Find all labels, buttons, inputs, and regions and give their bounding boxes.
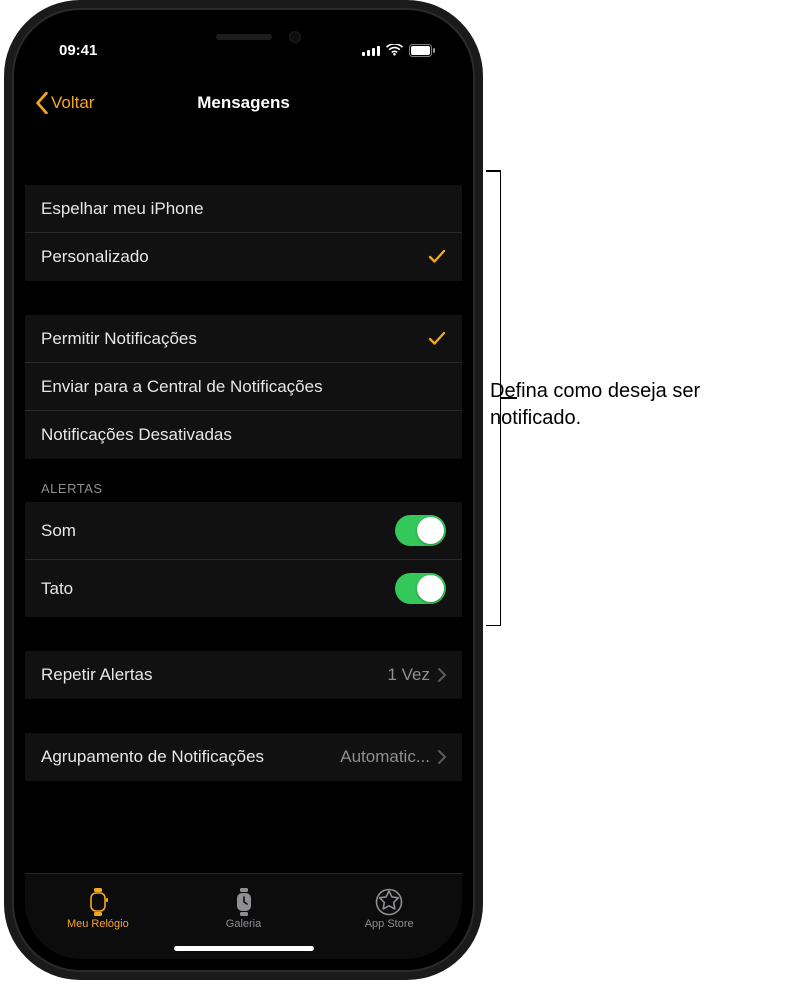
back-button[interactable]: Voltar (35, 81, 94, 125)
allow-notifications-row[interactable]: Permitir Notificações (25, 315, 462, 363)
tab-app-store[interactable]: App Store (316, 874, 462, 943)
tab-my-watch[interactable]: Meu Relógio (25, 874, 171, 943)
notification-grouping-row[interactable]: Agrupamento de Notificações Automatic... (25, 733, 462, 781)
nav-bar: Voltar Mensagens (25, 81, 462, 125)
allow-notifications-label: Permitir Notificações (41, 329, 197, 349)
status-time: 09:41 (59, 42, 97, 59)
page-title: Mensagens (197, 93, 290, 113)
battery-icon (409, 44, 436, 57)
haptic-toggle[interactable] (395, 573, 446, 604)
chevron-right-icon (438, 668, 446, 682)
app-store-icon (375, 888, 403, 916)
callout-text: Defina como deseja ser notificado. (490, 378, 770, 432)
back-label: Voltar (51, 93, 94, 113)
tab-app-store-label: App Store (365, 918, 414, 930)
send-to-notification-center-row[interactable]: Enviar para a Central de Notificações (25, 363, 462, 411)
alerts-section-header: Alertas (25, 459, 462, 502)
wifi-icon (386, 44, 403, 56)
custom-row[interactable]: Personalizado (25, 233, 462, 281)
notch (139, 21, 349, 53)
watch-face-icon (231, 888, 257, 916)
checkmark-icon (428, 248, 446, 266)
home-indicator[interactable] (174, 946, 314, 951)
notifications-off-row[interactable]: Notificações Desativadas (25, 411, 462, 459)
sound-label: Som (41, 521, 76, 541)
settings-content[interactable]: Espelhar meu iPhone Personalizado Permit… (25, 133, 462, 873)
watch-icon (85, 888, 111, 916)
chevron-left-icon (35, 92, 49, 114)
tab-gallery-label: Galeria (226, 918, 261, 930)
custom-label: Personalizado (41, 247, 149, 267)
tab-bar: Meu Relógio Galeria App Store (25, 873, 462, 959)
notification-grouping-value: Automatic... (340, 747, 430, 767)
mirror-iphone-row[interactable]: Espelhar meu iPhone (25, 185, 462, 233)
sound-row: Som (25, 502, 462, 560)
front-camera (289, 31, 301, 43)
repeat-alerts-label: Repetir Alertas (41, 665, 153, 685)
notifications-off-label: Notificações Desativadas (41, 425, 232, 445)
send-to-notification-center-label: Enviar para a Central de Notificações (41, 377, 323, 397)
haptic-label: Tato (41, 579, 73, 599)
mirror-iphone-label: Espelhar meu iPhone (41, 199, 204, 219)
notification-grouping-label: Agrupamento de Notificações (41, 747, 264, 767)
screen: 09:41 Voltar Mensagens (25, 21, 462, 959)
repeat-alerts-value: 1 Vez (387, 665, 430, 685)
repeat-alerts-row[interactable]: Repetir Alertas 1 Vez (25, 651, 462, 699)
tab-gallery[interactable]: Galeria (171, 874, 317, 943)
tab-my-watch-label: Meu Relógio (67, 918, 129, 930)
iphone-frame: 09:41 Voltar Mensagens (14, 10, 473, 970)
cellular-signal-icon (362, 44, 380, 56)
speaker-grille (216, 34, 272, 40)
sound-toggle[interactable] (395, 515, 446, 546)
haptic-row: Tato (25, 560, 462, 617)
checkmark-icon (428, 330, 446, 348)
chevron-right-icon (438, 750, 446, 764)
